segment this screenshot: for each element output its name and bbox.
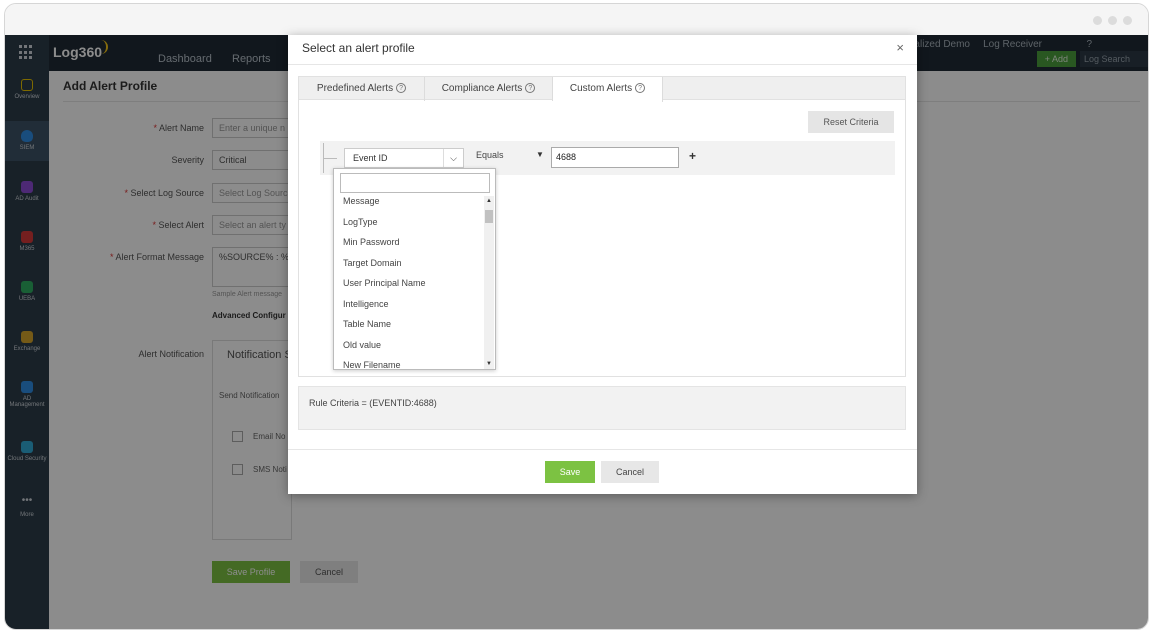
- field-dropdown: Message LogType Min Password Target Doma…: [333, 168, 496, 370]
- operator-select[interactable]: Equals: [476, 150, 504, 160]
- dropdown-option[interactable]: New Filename: [334, 357, 482, 369]
- window-dot[interactable]: [1108, 16, 1117, 25]
- modal-title: Select an alert profile: [302, 41, 415, 55]
- scroll-up-icon[interactable]: ▲: [484, 198, 494, 204]
- window-dot[interactable]: [1123, 16, 1132, 25]
- dropdown-option[interactable]: LogType: [334, 214, 482, 235]
- help-icon[interactable]: ?: [525, 83, 536, 93]
- window-controls: [1093, 16, 1132, 25]
- tab-predefined-alerts[interactable]: Predefined Alerts?: [299, 77, 425, 101]
- dropdown-option[interactable]: Message: [334, 193, 482, 214]
- cancel-button[interactable]: Cancel: [601, 461, 659, 483]
- reset-criteria-button[interactable]: Reset Criteria: [808, 111, 894, 133]
- rule-criteria-box: Rule Criteria = (EVENTID:4688): [298, 386, 906, 430]
- rule-tree-branch: [323, 158, 337, 159]
- tab-compliance-alerts[interactable]: Compliance Alerts?: [425, 77, 553, 101]
- save-button[interactable]: Save: [545, 461, 595, 483]
- window-dot[interactable]: [1093, 16, 1102, 25]
- dropdown-option[interactable]: Target Domain: [334, 255, 482, 276]
- dropdown-option[interactable]: Old value: [334, 337, 482, 358]
- caret-down-icon[interactable]: ▼: [536, 150, 544, 159]
- dropdown-option[interactable]: Intelligence: [334, 296, 482, 317]
- chevron-down-icon[interactable]: ⌵: [443, 149, 463, 167]
- dropdown-option[interactable]: Table Name: [334, 316, 482, 337]
- modal-footer-divider: [288, 449, 917, 450]
- criteria-value-input[interactable]: 4688: [551, 147, 679, 168]
- modal-header-divider: [288, 64, 917, 65]
- alert-type-tabs: Predefined Alerts? Compliance Alerts? Cu…: [298, 76, 906, 102]
- dropdown-option[interactable]: User Principal Name: [334, 275, 482, 296]
- tab-custom-alerts[interactable]: Custom Alerts?: [553, 77, 663, 102]
- dropdown-option[interactable]: Min Password: [334, 234, 482, 255]
- add-rule-icon[interactable]: +: [689, 149, 696, 163]
- scrollbar-thumb[interactable]: [485, 210, 493, 223]
- rule-criteria-text: Rule Criteria = (EVENTID:4688): [309, 398, 437, 408]
- help-icon[interactable]: ?: [396, 83, 407, 93]
- window-chrome: [5, 4, 1148, 35]
- dropdown-scrollbar[interactable]: ▲ ▼: [484, 196, 494, 369]
- dropdown-options: Message LogType Min Password Target Doma…: [334, 193, 482, 369]
- field-select[interactable]: Event ID ⌵: [344, 148, 464, 168]
- close-icon[interactable]: ×: [896, 40, 904, 55]
- dropdown-search-input[interactable]: [340, 173, 490, 193]
- help-icon[interactable]: ?: [635, 83, 646, 93]
- scroll-down-icon[interactable]: ▼: [484, 361, 494, 367]
